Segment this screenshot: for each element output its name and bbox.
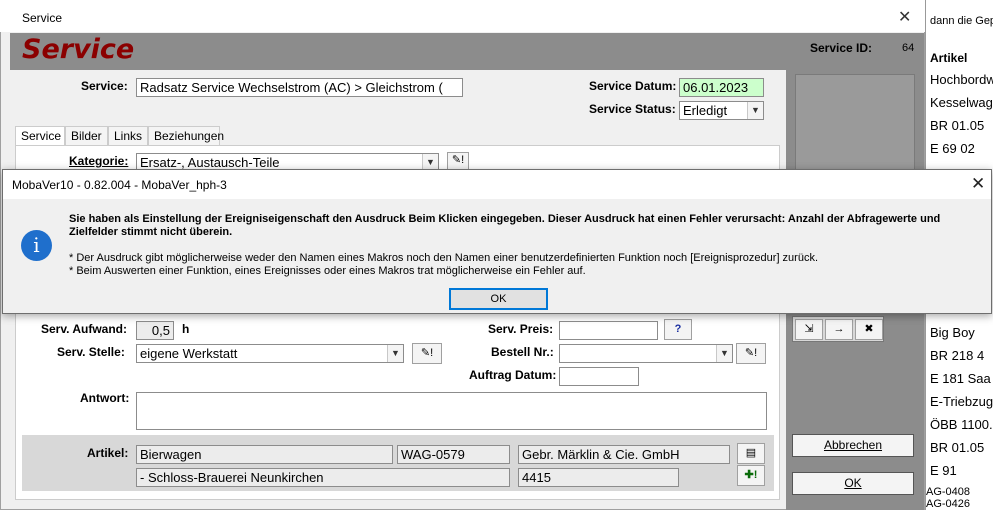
list-item[interactable]: E 69 02: [930, 141, 975, 156]
tab-beziehungen[interactable]: Beziehungen: [148, 126, 224, 146]
kategorie-label: Kategorie:: [69, 154, 129, 168]
list-item[interactable]: BR 218 4: [930, 348, 984, 363]
preis-field[interactable]: [559, 321, 658, 340]
kategorie-value: Ersatz-, Austausch-Teile: [140, 155, 280, 170]
list-code: AG-0408: [926, 486, 971, 498]
list-item[interactable]: E-Triebzug: [930, 394, 993, 409]
add-artikel-icon[interactable]: ✚!: [737, 465, 765, 486]
service-id-label: Service ID:: [810, 41, 873, 55]
edit-bestell-icon[interactable]: ✎!: [736, 343, 766, 364]
service-label: Service:: [81, 79, 128, 93]
list-item[interactable]: E 91: [930, 463, 957, 478]
import-icon[interactable]: ⇲: [795, 319, 823, 340]
preis-help-button[interactable]: ?: [664, 319, 692, 340]
list-item[interactable]: ÖBB 1100.: [930, 417, 993, 432]
aufwand-field[interactable]: 0,5: [136, 321, 174, 340]
edit-kategorie-icon[interactable]: ✎!: [447, 152, 469, 170]
dialog-bullet: * Beim Auswerten einer Funktion, eines E…: [69, 265, 586, 277]
dialog-details: * Der Ausdruck gibt möglicherweise weder…: [69, 252, 984, 278]
arrow-right-icon[interactable]: →: [825, 319, 853, 340]
service-field[interactable]: Radsatz Service Wechselstrom (AC) > Glei…: [136, 78, 463, 97]
artikel-desc-field[interactable]: - Schloss-Brauerei Neunkirchen: [136, 468, 510, 487]
dialog-message: Sie haben als Einstellung der Ereignisei…: [69, 213, 941, 238]
status-select[interactable]: Erledigt ▼: [679, 101, 764, 120]
window-title: Service: [22, 11, 63, 25]
toolbar-group: ⇲ → ✖: [792, 316, 884, 342]
list-code: AG-0426: [926, 498, 971, 510]
auftrag-label: Auftrag Datum:: [469, 368, 557, 382]
stelle-select[interactable]: eigene Werkstatt ▼: [136, 344, 404, 363]
aufwand-label: Serv. Aufwand:: [41, 322, 128, 336]
close-icon[interactable]: ✕: [898, 7, 911, 27]
ok-button[interactable]: OK: [792, 472, 914, 495]
status-label: Service Status:: [589, 102, 676, 116]
stelle-value: eigene Werkstatt: [140, 346, 238, 361]
delete-icon[interactable]: ✖: [855, 319, 883, 340]
form-header: [10, 33, 924, 70]
page-title: Service: [22, 34, 135, 65]
aufwand-unit: h: [182, 322, 190, 336]
open-artikel-icon[interactable]: ▤: [737, 443, 765, 464]
bestell-select[interactable]: ▼: [559, 344, 733, 363]
list-item[interactable]: Big Boy: [930, 325, 975, 340]
artikel-code-field[interactable]: 4415: [518, 468, 679, 487]
artikel-hersteller-field[interactable]: Gebr. Märklin & Cie. GmbH: [518, 445, 730, 464]
list-item[interactable]: E 181 Saa: [930, 371, 991, 386]
list-header: Artikel: [930, 51, 968, 65]
artikel-nr-field[interactable]: WAG-0579: [397, 445, 510, 464]
tab-service[interactable]: Service: [15, 126, 65, 146]
list-item[interactable]: Hochbordw: [930, 72, 993, 87]
service-titlebar: [0, 0, 925, 32]
status-value: Erledigt: [683, 103, 728, 118]
list-item[interactable]: Kesselwag: [930, 95, 993, 110]
datum-field[interactable]: 06.01.2023: [679, 78, 764, 97]
antwort-label: Antwort:: [80, 391, 130, 405]
chevron-down-icon[interactable]: ▼: [387, 345, 403, 362]
dialog-ok-button[interactable]: OK: [449, 288, 548, 310]
bestell-label: Bestell Nr.:: [491, 345, 554, 359]
info-icon: i: [21, 230, 52, 261]
stelle-label: Serv. Stelle:: [57, 345, 125, 359]
preview-area: [795, 74, 915, 174]
dialog-title: MobaVer10 - 0.82.004 - MobaVer_hph-3: [12, 178, 227, 192]
close-icon[interactable]: ✕: [971, 174, 985, 194]
tab-bar: Service Bilder Links Beziehungen: [15, 126, 780, 146]
artikel-label: Artikel:: [87, 446, 129, 460]
tab-bilder[interactable]: Bilder: [65, 126, 108, 146]
error-dialog: MobaVer10 - 0.82.004 - MobaVer_hph-3 ✕ i…: [2, 169, 992, 314]
list-top-text: dann die Gepla: [930, 15, 993, 27]
dialog-bullet: * Der Ausdruck gibt möglicherweise weder…: [69, 252, 819, 264]
chevron-down-icon[interactable]: ▼: [747, 102, 763, 119]
artikel-name-field[interactable]: Bierwagen: [136, 445, 393, 464]
list-item[interactable]: BR 01.05: [930, 440, 984, 455]
list-item[interactable]: BR 01.05: [930, 118, 984, 133]
preis-label: Serv. Preis:: [488, 322, 554, 336]
datum-label: Service Datum:: [589, 79, 677, 93]
service-id-value: 64: [902, 42, 915, 54]
abbrechen-button[interactable]: Abbrechen: [792, 434, 914, 457]
auftrag-field[interactable]: [559, 367, 639, 386]
tab-links[interactable]: Links: [108, 126, 148, 146]
antwort-field[interactable]: [136, 392, 767, 430]
edit-stelle-icon[interactable]: ✎!: [412, 343, 442, 364]
chevron-down-icon[interactable]: ▼: [716, 345, 732, 362]
